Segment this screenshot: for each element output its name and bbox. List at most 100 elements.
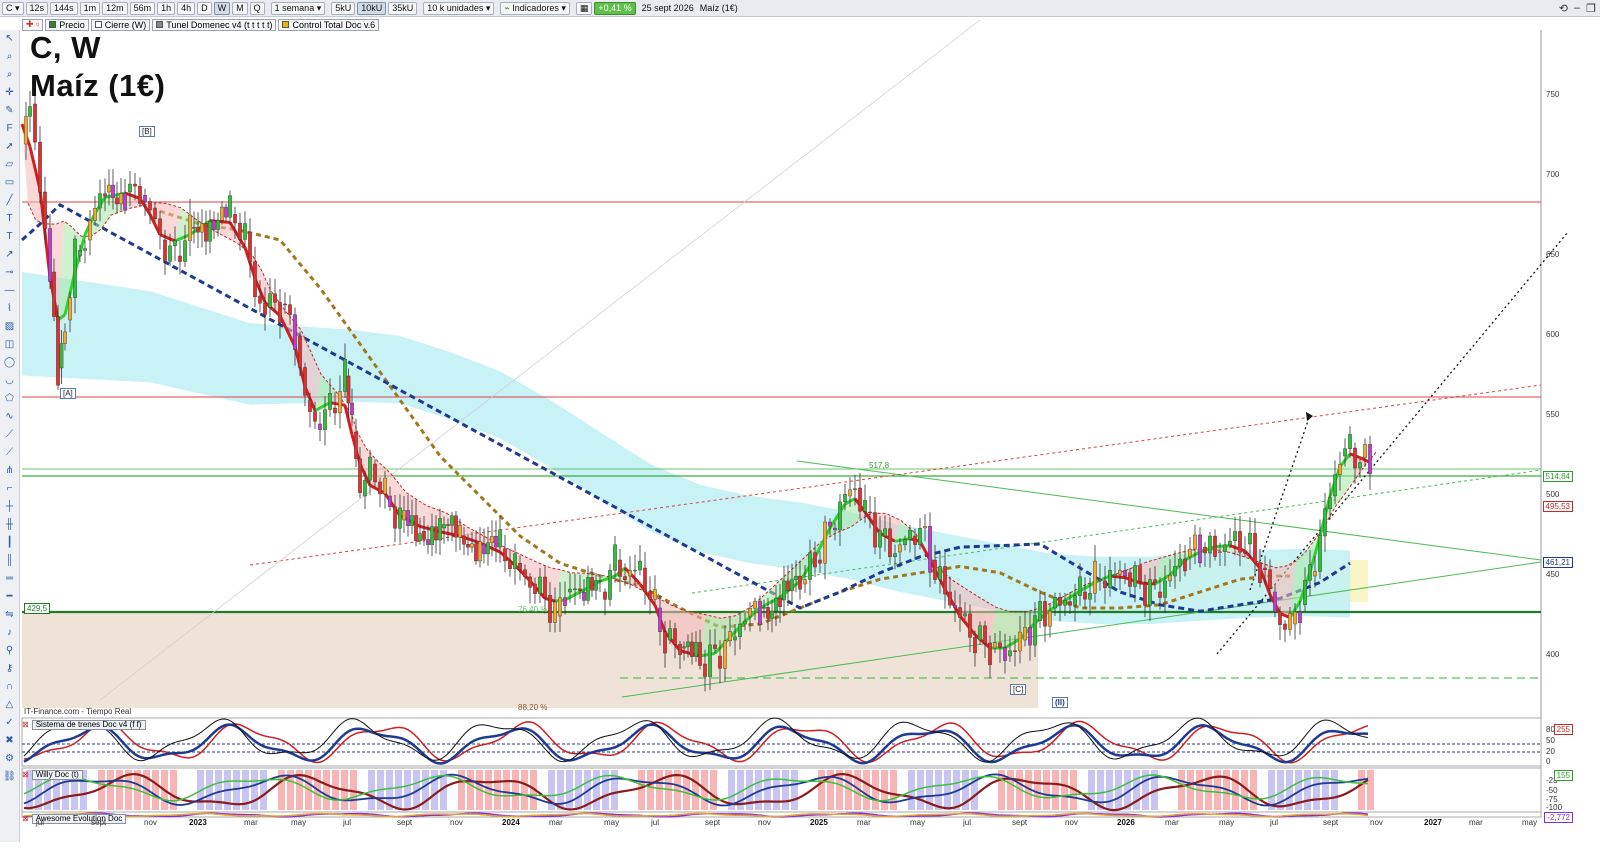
willy-bar	[647, 770, 654, 810]
candle-body	[208, 221, 212, 242]
wave-label-b[interactable]: [B]	[139, 126, 155, 137]
candle-body	[523, 569, 527, 578]
willy-bar	[971, 770, 978, 810]
willy-bar	[1304, 770, 1311, 810]
candle-body	[713, 644, 717, 649]
candle-body	[1328, 497, 1332, 509]
candle-body	[368, 456, 372, 481]
willy-bar	[881, 770, 888, 810]
candle-body	[1038, 601, 1042, 621]
willy-bar	[1088, 770, 1095, 810]
candle-body	[228, 195, 232, 218]
candle-body	[933, 559, 937, 580]
candle-body	[903, 539, 907, 546]
candle-body	[513, 553, 517, 569]
candle-body	[598, 580, 602, 582]
x-tick: may	[604, 818, 620, 827]
candle-body	[163, 239, 167, 262]
x-tick: mar	[549, 818, 563, 827]
willy-title[interactable]: Willy Doc (t)	[31, 769, 83, 780]
candle-body	[1008, 650, 1012, 657]
willy-bar	[395, 770, 402, 810]
x-tick: nov	[144, 818, 157, 827]
candle-body	[733, 636, 737, 641]
candle-body	[573, 588, 577, 591]
candle-body	[893, 553, 897, 558]
candle-body	[1308, 564, 1312, 581]
candle-body	[1318, 535, 1322, 572]
candle-body	[1093, 560, 1097, 594]
willy-bar	[539, 770, 546, 810]
candle-body	[613, 544, 617, 571]
x-tick: jul	[343, 818, 352, 827]
panel-close-icon[interactable]: ⊠	[22, 770, 29, 779]
awesome-title[interactable]: Awesome Evolution Doc	[31, 813, 127, 824]
candle-body	[358, 458, 362, 493]
ma-segment	[1214, 544, 1231, 549]
wave-label-ii[interactable]: (II)	[1052, 697, 1068, 708]
trenes-panel-header: ⊠ Sistema de trenes Doc v4 (f f)	[22, 719, 146, 730]
candle-body	[753, 600, 757, 609]
candle-body	[393, 506, 397, 529]
candle-body	[873, 512, 877, 548]
candle-body	[490, 535, 494, 543]
candle-body	[1143, 583, 1147, 606]
candle-body	[703, 663, 707, 677]
candle-body	[1108, 569, 1112, 588]
candle-body	[738, 623, 742, 638]
high-label-517: 517,8	[869, 461, 890, 470]
candle-body	[115, 197, 119, 205]
candle-body	[248, 231, 252, 263]
willy-bar	[1322, 770, 1329, 810]
candle-body	[623, 576, 627, 581]
candle-body	[1258, 562, 1262, 583]
candle-body	[948, 591, 952, 606]
ma-segment	[638, 583, 657, 607]
candle-body	[1358, 462, 1362, 469]
y-tick: 400	[1546, 650, 1560, 659]
candle-body	[83, 248, 87, 251]
ma-blue-dashed	[21, 202, 1351, 613]
candle-body	[1193, 534, 1197, 550]
candle-body	[1188, 548, 1192, 557]
candle-body	[582, 591, 586, 601]
price-chart[interactable]	[0, 0, 1600, 861]
fib-label-882: 88,20 %	[518, 703, 548, 712]
willy-bar	[1079, 770, 1086, 810]
candle-body	[653, 589, 657, 600]
willy-panel-header: ⊠ Willy Doc (t)	[22, 769, 83, 780]
candle-body	[373, 463, 377, 483]
candle-body	[533, 583, 537, 594]
willy-bar	[1133, 770, 1140, 810]
candle-body	[708, 644, 712, 677]
candle-body	[1203, 547, 1207, 554]
willy-bar	[782, 770, 789, 810]
panel-close-icon[interactable]: ⊠	[22, 720, 29, 729]
candle-body	[220, 206, 224, 221]
trenes-title[interactable]: Sistema de trenes Doc v4 (f f)	[31, 719, 146, 730]
willy-bar	[836, 770, 843, 810]
candle-body	[868, 511, 872, 514]
wave-label-c[interactable]: [C]	[1010, 684, 1027, 695]
candle-body	[450, 515, 454, 526]
candle-body	[298, 335, 302, 368]
candle-body	[790, 579, 794, 591]
candle-body	[1278, 611, 1282, 625]
candle-body	[212, 220, 216, 230]
candle-body	[378, 481, 382, 495]
candle-body	[103, 193, 107, 197]
y-tick: 750	[1546, 90, 1560, 99]
candle-body	[498, 529, 502, 548]
y-tick: 550	[1546, 410, 1560, 419]
candle-body	[543, 576, 547, 598]
candle-body	[78, 250, 82, 257]
candle-body	[178, 255, 182, 262]
wave-label-a[interactable]: [A]	[60, 388, 76, 399]
candle-body	[728, 631, 732, 642]
candle-body	[762, 607, 766, 609]
candle-body	[993, 642, 997, 649]
panel-close-icon[interactable]: ⊠	[22, 814, 29, 823]
candle-body	[224, 206, 228, 218]
candle-body	[458, 525, 462, 538]
candle-body	[938, 566, 942, 580]
